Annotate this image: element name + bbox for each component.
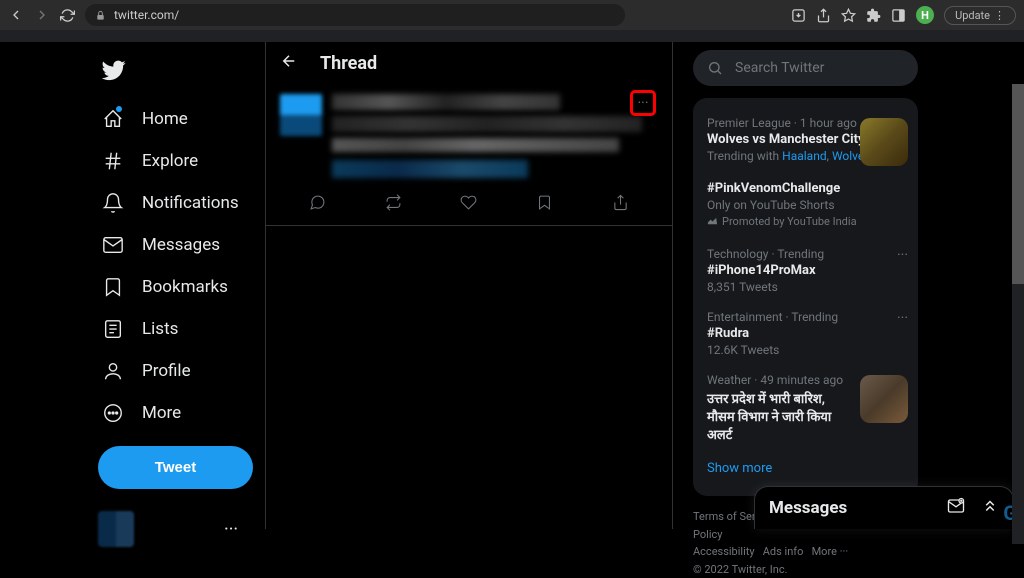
footer-ads[interactable]: Ads info: [763, 545, 804, 558]
like-button[interactable]: [460, 194, 477, 215]
trend-item[interactable]: Entertainment · Trending #Rudra 12.6K Tw…: [693, 302, 918, 365]
scrollbar[interactable]: [1012, 84, 1024, 544]
thread-header: Thread: [266, 42, 672, 84]
footer-accessibility[interactable]: Accessibility: [693, 545, 755, 558]
new-message-icon[interactable]: [947, 497, 965, 519]
bell-icon: [102, 192, 124, 214]
share-button[interactable]: [612, 194, 629, 215]
nav-label: Messages: [142, 235, 220, 255]
star-icon[interactable]: [841, 8, 856, 23]
main-column: Thread ···: [265, 42, 673, 529]
nav-label: Bookmarks: [142, 277, 228, 297]
bookmark-action-button[interactable]: [536, 194, 553, 215]
trend-item[interactable]: Weather · 49 minutes ago उत्तर प्रदेश मे…: [693, 365, 918, 451]
trend-item[interactable]: Technology · Trending #iPhone14ProMax 8,…: [693, 239, 918, 302]
lock-icon: [95, 6, 106, 25]
nav-label: Notifications: [142, 193, 239, 213]
nav-bookmarks[interactable]: Bookmarks: [92, 266, 265, 308]
footer-copyright: © 2022 Twitter, Inc.: [693, 563, 788, 576]
trend-more-button[interactable]: ···: [897, 310, 908, 326]
twitter-logo[interactable]: [92, 50, 265, 94]
nav-label: Profile: [142, 361, 191, 381]
nav-label: Home: [142, 109, 188, 129]
notification-dot: [116, 106, 122, 112]
show-more-link[interactable]: Show more: [693, 451, 918, 486]
url-text: twitter.com/: [114, 8, 179, 22]
redacted-text: [332, 116, 642, 132]
redacted-text: [332, 138, 619, 152]
retweet-button[interactable]: [385, 194, 402, 215]
redacted-text: [332, 160, 528, 178]
mail-icon: [102, 234, 124, 256]
sidebar: Home Explore Notifications Messages Book…: [0, 42, 265, 529]
more-circle-icon: [102, 402, 124, 424]
expand-drawer-icon[interactable]: [981, 497, 999, 519]
right-sidebar: Search Twitter Premier League · 1 hour a…: [673, 42, 963, 529]
nav-label: Explore: [142, 151, 198, 171]
nav-explore[interactable]: Explore: [92, 140, 265, 182]
tweet-button[interactable]: Tweet: [98, 446, 253, 489]
tweet[interactable]: ···: [266, 84, 672, 226]
avatar: [98, 511, 134, 547]
tweet-content: [332, 94, 658, 184]
search-icon: [707, 60, 723, 76]
url-bar[interactable]: twitter.com/: [85, 4, 625, 26]
trend-item[interactable]: #PinkVenomChallenge Only on YouTube Shor…: [693, 171, 918, 239]
install-icon[interactable]: [791, 8, 806, 23]
update-button[interactable]: Update ⋮: [944, 6, 1016, 25]
panel-icon[interactable]: [891, 8, 906, 23]
footer-more[interactable]: More ···: [812, 545, 849, 558]
nav-more[interactable]: More: [92, 392, 265, 434]
person-icon: [102, 360, 124, 382]
nav-messages[interactable]: Messages: [92, 224, 265, 266]
ellipsis-icon: ···: [224, 519, 238, 540]
list-icon: [102, 318, 124, 340]
share-icon[interactable]: [816, 8, 831, 23]
browser-chrome: twitter.com/ H Update ⋮: [0, 0, 1024, 30]
page-title: Thread: [320, 53, 377, 74]
avatar[interactable]: [280, 94, 322, 136]
messages-drawer[interactable]: Messages: [754, 486, 1014, 529]
tweet-more-button[interactable]: ···: [630, 90, 656, 116]
search-input[interactable]: Search Twitter: [693, 50, 918, 86]
reply-button[interactable]: [309, 194, 326, 215]
nav-profile[interactable]: Profile: [92, 350, 265, 392]
back-arrow[interactable]: [280, 52, 298, 74]
profile-badge[interactable]: H: [916, 6, 934, 24]
nav-label: More: [142, 403, 181, 423]
nav-home[interactable]: Home: [92, 98, 265, 140]
nav-notifications[interactable]: Notifications: [92, 182, 265, 224]
nav-label: Lists: [142, 319, 178, 339]
kebab-icon: ⋮: [994, 9, 1005, 22]
redacted-text: [332, 94, 560, 110]
hash-icon: [102, 150, 124, 172]
extensions-icon[interactable]: [866, 8, 881, 23]
tweet-actions: [280, 184, 658, 219]
forward-button[interactable]: [34, 7, 50, 23]
reload-button[interactable]: [60, 8, 75, 23]
account-switcher[interactable]: ···: [98, 511, 238, 547]
bookmark-icon: [102, 276, 124, 298]
trend-item[interactable]: Premier League · 1 hour ago Wolves vs Ma…: [693, 108, 918, 171]
promoted-badge: Promoted by YouTube India: [707, 215, 857, 228]
messages-title: Messages: [769, 498, 947, 518]
trend-thumbnail: [860, 118, 908, 166]
trend-more-button[interactable]: ···: [897, 247, 908, 263]
trend-thumbnail: [860, 375, 908, 423]
back-button[interactable]: [8, 7, 24, 23]
nav-lists[interactable]: Lists: [92, 308, 265, 350]
trends-panel: Premier League · 1 hour ago Wolves vs Ma…: [693, 98, 918, 496]
search-placeholder: Search Twitter: [735, 60, 824, 76]
